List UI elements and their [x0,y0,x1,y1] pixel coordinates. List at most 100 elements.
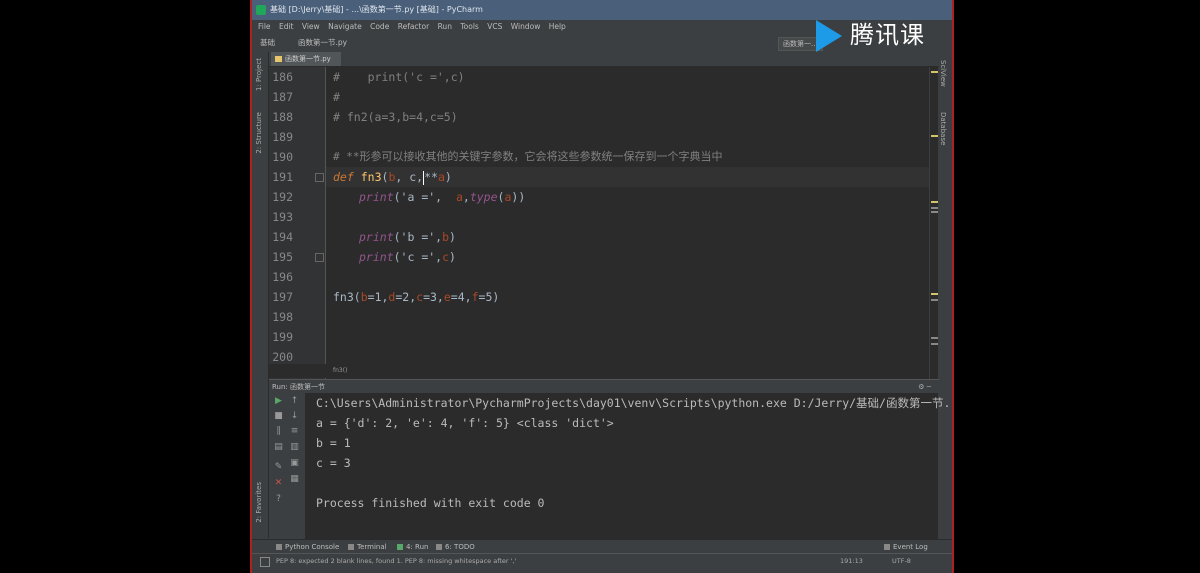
tab-run[interactable]: 4: Run [397,540,428,554]
menu-window[interactable]: Window [511,22,541,31]
fold-icon[interactable] [315,253,324,262]
marker[interactable] [931,299,938,301]
line-number: 189 [272,130,293,144]
clear-icon[interactable]: ▦ [290,475,299,484]
terminal-icon [348,544,354,550]
help-icon[interactable]: ? [274,495,283,504]
pause-icon[interactable]: ∥ [274,427,283,436]
line-number: 193 [272,210,293,224]
bottom-tool-tabs: Python Console Terminal 4: Run 6: TODO E… [252,539,952,554]
database-tool-tab[interactable]: Database [939,112,947,145]
run-panel-title: Run: 函数第一节 [272,383,326,391]
code-line-197: fn3(b=1,d=2,c=3,e=4,f=5) [333,290,500,304]
stop-icon[interactable]: ■ [274,412,283,421]
menu-run[interactable]: Run [438,22,452,31]
line-number: 198 [272,310,293,324]
down-arrow-icon[interactable]: ↓ [290,412,299,421]
line-number-gutter: 186 187 188 189 190 191 192 193 194 195 … [269,67,326,379]
console-line: Process finished with exit code 0 [316,496,545,510]
nav-file[interactable]: 函数第一节.py [298,34,347,52]
menu-help[interactable]: Help [549,22,566,31]
editor-breadcrumb: fn3() [269,364,929,378]
tab-python-console[interactable]: Python Console [276,540,339,554]
code-line-188: # fn2(a=3,b=4,c=5) [333,110,458,124]
code-line-191: def fn3(b, c,**a) [333,170,452,185]
warning-marker[interactable] [931,201,938,203]
cursor-position[interactable]: 191:13 [840,554,863,568]
console-line: c = 3 [316,456,351,470]
menu-file[interactable]: File [258,22,271,31]
marker[interactable] [931,211,938,213]
tab-event-log[interactable]: Event Log [884,540,928,554]
code-line-192: print('a =', a,type(a)) [359,190,526,204]
event-log-icon [884,544,890,550]
file-encoding[interactable]: UTF-8 [892,554,911,568]
pycharm-icon [256,5,266,15]
code-line-194: print('b =',b) [359,230,456,244]
gear-icon[interactable]: ⚙ ─ [918,380,931,394]
python-file-icon [275,56,282,62]
close-icon[interactable]: ✕ [274,479,283,488]
nav-project[interactable]: 基础 [260,34,275,52]
project-tool-tab[interactable]: 1: Project [255,58,263,91]
python-console-icon [276,544,282,550]
line-number: 194 [272,230,293,244]
dump-icon[interactable]: ▤ [274,443,283,452]
soft-wrap-icon[interactable]: ≡ [290,427,299,436]
line-number: 190 [272,150,293,164]
window-title: 基础 [D:\Jerry\基础] - ...\函数第一节.py [基础] - P… [270,5,483,14]
line-number: 196 [272,270,293,284]
tab-todo[interactable]: 6: TODO [436,540,475,554]
line-number: 186 [272,70,293,84]
menu-code[interactable]: Code [370,22,389,31]
menu-vcs[interactable]: VCS [487,22,502,31]
editor-tab-bar: 函数第一节.py [269,52,939,67]
sciview-tool-tab[interactable]: SciView [939,60,947,87]
editor-tab-file[interactable]: 函数第一节.py [271,52,341,66]
line-number: 192 [272,190,293,204]
favorites-tool-tab[interactable]: 2: Favorites [255,482,263,523]
rerun-icon[interactable]: ▶ [274,397,283,406]
warning-marker[interactable] [931,135,938,137]
code-line-187: # [333,90,340,104]
fold-icon[interactable] [315,173,324,182]
code-line-195: print('c =',c) [359,250,456,264]
pycharm-window: 基础 [D:\Jerry\基础] - ...\函数第一节.py [基础] - P… [250,0,954,573]
run-toolbar: ▶ ↑ ■ ↓ ∥ ≡ ▤ ▥ ✎ ▣ ✕ ▦ ? [269,393,306,539]
editor-tab-label: 函数第一节.py [285,55,331,63]
line-number: 188 [272,110,293,124]
warning-marker[interactable] [931,293,938,295]
left-tool-strip: 1: Project 2: Structure 2: Favorites [252,52,269,538]
console-line: C:\Users\Administrator\PycharmProjects\d… [316,396,951,410]
marker[interactable] [931,207,938,209]
settings-icon[interactable]: ✎ [274,463,283,472]
todo-icon [436,544,442,550]
scroll-end-icon[interactable]: ▥ [290,443,299,452]
tab-terminal[interactable]: Terminal [348,540,387,554]
menu-view[interactable]: View [302,22,320,31]
line-number: 197 [272,290,293,304]
console-line: a = {'d': 2, 'e': 4, 'f': 5} <class 'dic… [316,416,614,430]
run-console[interactable]: C:\Users\Administrator\PycharmProjects\d… [306,393,950,539]
marker[interactable] [931,343,938,345]
line-number: 191 [272,170,293,184]
code-editor[interactable]: 186 187 188 189 190 191 192 193 194 195 … [269,67,929,379]
print-icon[interactable]: ▣ [290,459,299,468]
structure-tool-tab[interactable]: 2: Structure [255,112,263,154]
status-bar: PEP 8: expected 2 blank lines, found 1. … [252,553,952,573]
marker[interactable] [931,337,938,339]
up-arrow-icon[interactable]: ↑ [290,397,299,406]
run-panel-header: Run: 函数第一节 ⚙ ─ [269,379,939,394]
menu-navigate[interactable]: Navigate [328,22,362,31]
tool-windows-icon[interactable] [260,557,270,567]
editor-marker-bar[interactable] [930,67,938,379]
menu-edit[interactable]: Edit [279,22,294,31]
console-line: b = 1 [316,436,351,450]
run-icon [397,544,403,550]
menu-tools[interactable]: Tools [460,22,478,31]
code-line-186: # print('c =',c) [333,70,465,84]
warning-marker[interactable] [931,71,938,73]
line-number: 187 [272,90,293,104]
line-number: 195 [272,250,293,264]
menu-refactor[interactable]: Refactor [398,22,429,31]
